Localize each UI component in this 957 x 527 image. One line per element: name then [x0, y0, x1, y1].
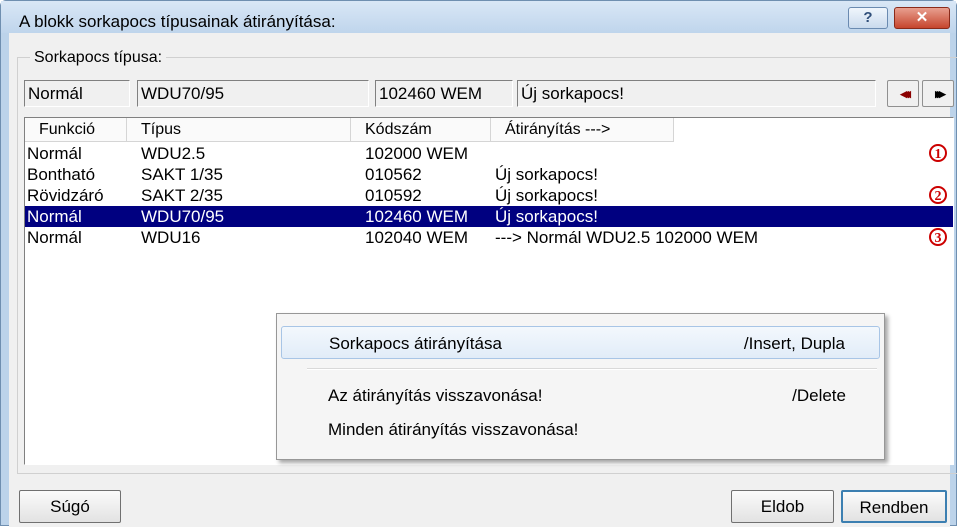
- code-field: 102460 WEM: [375, 80, 513, 107]
- window-title: A blokk sorkapocs típusainak átirányítás…: [19, 12, 336, 31]
- menu-separator: [307, 368, 877, 370]
- cell-kodszam: 010562: [365, 165, 422, 184]
- column-header-tipus[interactable]: Típus: [127, 118, 351, 142]
- previous-button[interactable]: ◀◀◀: [887, 80, 919, 107]
- context-menu: Sorkapocs átirányítása /Insert, Dupla Az…: [276, 313, 885, 460]
- cell-kodszam: 102040 WEM: [365, 228, 468, 247]
- table-row[interactable]: Normál WDU2.5 102000 WEM 1: [25, 143, 953, 164]
- group-label: Sorkapocs típusa:: [30, 49, 167, 67]
- cell-tipus: WDU70/95: [141, 207, 225, 226]
- menu-item-shortcut: /Insert, Dupla: [743, 334, 845, 353]
- cell-tipus: WDU16: [141, 228, 201, 247]
- close-button[interactable]: ✕: [894, 7, 950, 29]
- menu-item-label: Sorkapocs átirányítása: [329, 334, 502, 353]
- menu-item-label: Az átirányítás visszavonása!: [328, 386, 543, 405]
- column-header-kodszam[interactable]: Kódszám: [351, 118, 491, 142]
- cell-kodszam: 102000 WEM: [365, 144, 468, 163]
- menu-item-label: Minden átirányítás visszavonása!: [328, 420, 579, 439]
- cell-funkcio: Rövidzáró: [27, 186, 104, 205]
- cell-kodszam: 102460 WEM: [365, 207, 468, 226]
- menu-item-undo-redirect[interactable]: Az átirányítás visszavonása! /Delete: [281, 379, 880, 412]
- help-button[interactable]: Súgó: [19, 490, 121, 523]
- next-button[interactable]: ▶▶▶: [922, 80, 954, 107]
- cell-kodszam: 010592: [365, 186, 422, 205]
- function-field: Normál: [24, 80, 130, 107]
- menu-item-undo-all[interactable]: Minden átirányítás visszavonása!: [281, 413, 880, 446]
- fast-forward-icon: ▶▶▶: [935, 89, 946, 99]
- rewind-icon: ◀◀◀: [900, 89, 911, 99]
- title-bar[interactable]: A blokk sorkapocs típusainak átirányítás…: [1, 1, 956, 33]
- table-row[interactable]: Bontható SAKT 1/35 010562 Új sorkapocs!: [25, 164, 953, 185]
- cell-tipus: SAKT 2/35: [141, 186, 223, 205]
- table-row[interactable]: Rövidzáró SAKT 2/35 010592 Új sorkapocs!…: [25, 185, 953, 206]
- column-header-atiranyitas[interactable]: Átirányítás --->: [491, 118, 674, 142]
- redirect-field: Új sorkapocs!: [517, 80, 876, 107]
- menu-item-redirect[interactable]: Sorkapocs átirányítása /Insert, Dupla: [281, 326, 880, 359]
- cell-atiranyitas: Új sorkapocs!: [495, 165, 598, 184]
- cell-atiranyitas: Új sorkapocs!: [495, 207, 598, 226]
- table-row[interactable]: Normál WDU16 102040 WEM ---> Normál WDU2…: [25, 227, 953, 248]
- cell-funkcio: Normál: [27, 228, 82, 247]
- cell-funkcio: Normál: [27, 207, 82, 226]
- cell-atiranyitas: Új sorkapocs!: [495, 186, 598, 205]
- discard-button[interactable]: Eldob: [731, 490, 834, 523]
- cell-tipus: SAKT 1/35: [141, 165, 223, 184]
- type-field: WDU70/95: [137, 80, 369, 107]
- help-title-button[interactable]: ?: [848, 7, 888, 29]
- column-header-funkcio[interactable]: Funkció: [25, 118, 127, 142]
- cell-funkcio: Bontható: [27, 165, 96, 184]
- annotation-marker-2: 2: [929, 186, 947, 204]
- ok-button[interactable]: Rendben: [841, 490, 947, 523]
- cell-funkcio: Normál: [27, 144, 82, 163]
- annotation-marker-1: 1: [929, 144, 947, 162]
- cell-atiranyitas: ---> Normál WDU2.5 102000 WEM: [495, 228, 759, 247]
- close-icon: ✕: [915, 9, 929, 26]
- table-row-selected[interactable]: Normál WDU70/95 102460 WEM Új sorkapocs!: [25, 206, 953, 227]
- question-icon: ?: [863, 9, 873, 26]
- menu-item-shortcut: /Delete: [792, 386, 846, 405]
- cell-tipus: WDU2.5: [141, 144, 206, 163]
- annotation-marker-3: 3: [929, 228, 947, 246]
